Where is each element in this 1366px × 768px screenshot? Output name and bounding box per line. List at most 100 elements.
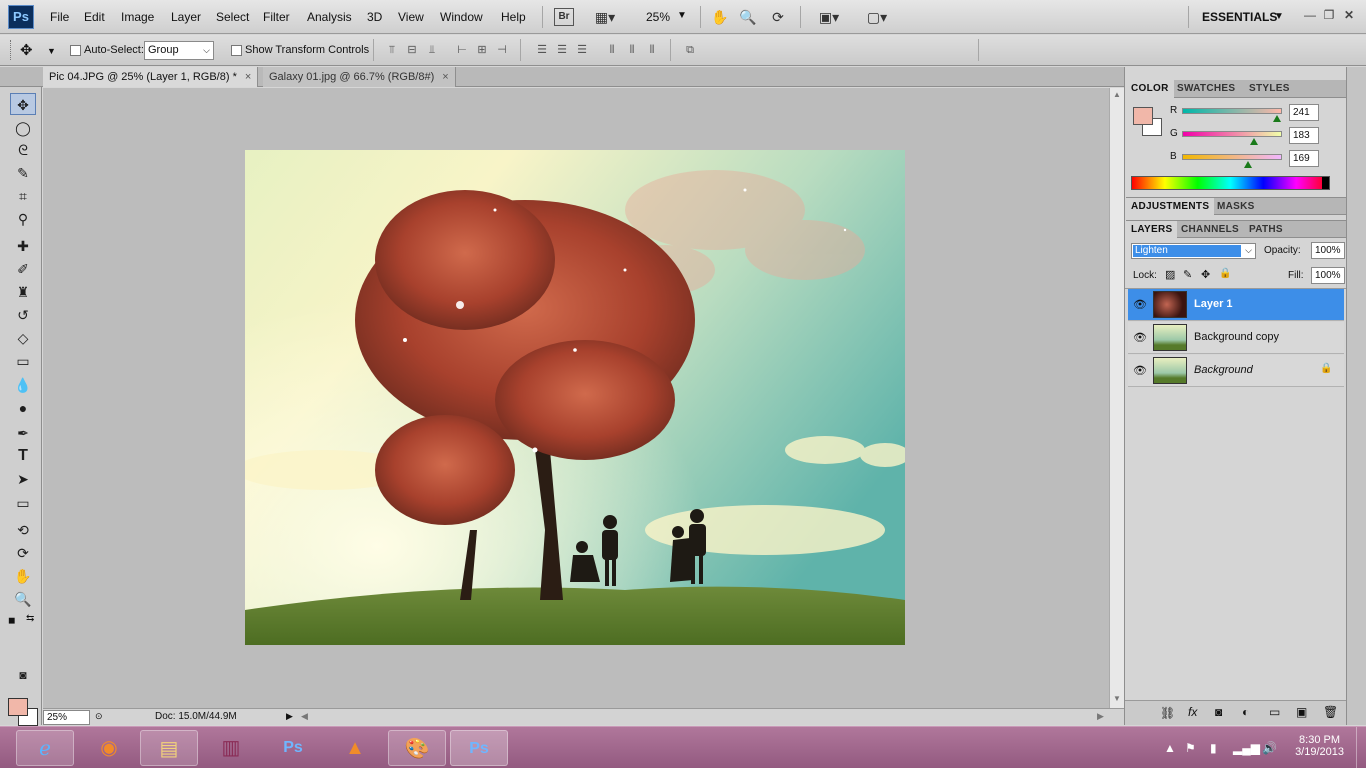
menu-filter[interactable]: Filter bbox=[263, 10, 290, 24]
close-icon[interactable]: × bbox=[442, 71, 448, 83]
tab-styles[interactable]: STYLES bbox=[1244, 80, 1295, 98]
visibility-eye-icon[interactable]: 👁 bbox=[1133, 331, 1147, 344]
fx-icon[interactable]: fx bbox=[1188, 705, 1197, 719]
opacity-value[interactable]: 100% bbox=[1311, 242, 1345, 259]
matlab-icon[interactable]: ▲ bbox=[326, 730, 384, 766]
arrange-documents-icon[interactable]: ▣▾ bbox=[812, 8, 846, 26]
path-selection-icon[interactable]: ➤ bbox=[10, 468, 36, 490]
color-fg-swatch[interactable] bbox=[1133, 107, 1153, 125]
ie-icon[interactable]: ℯ bbox=[16, 730, 74, 766]
show-transform-checkbox[interactable] bbox=[231, 45, 242, 56]
photoshop-active-taskbar-icon[interactable]: Ps bbox=[450, 730, 508, 766]
vertical-scrollbar[interactable]: ▲ ▼ bbox=[1109, 88, 1124, 708]
b-value[interactable]: 169 bbox=[1289, 150, 1319, 167]
scroll-down-icon[interactable]: ▼ bbox=[1113, 694, 1121, 703]
lasso-icon[interactable]: ᘓ bbox=[10, 139, 36, 161]
new-layer-icon[interactable]: ▣ bbox=[1296, 705, 1307, 719]
new-group-icon[interactable]: ▭ bbox=[1269, 705, 1280, 719]
chevron-down-icon[interactable]: ▼ bbox=[677, 10, 687, 21]
distribute-vcenter-icon[interactable]: ☰ bbox=[554, 44, 570, 57]
align-left-icon[interactable]: ⊢ bbox=[454, 44, 470, 57]
default-colors-icon[interactable]: ◼ bbox=[8, 615, 15, 626]
visibility-eye-icon[interactable]: 👁 bbox=[1133, 298, 1147, 311]
g-slider-thumb[interactable] bbox=[1249, 138, 1258, 145]
scroll-up-icon[interactable]: ▲ bbox=[1113, 90, 1121, 99]
quick-mask-icon[interactable]: ◙ bbox=[10, 664, 36, 686]
adjustment-layer-icon[interactable]: ◐ bbox=[1242, 705, 1249, 719]
crop-icon[interactable]: ⌗ bbox=[10, 185, 36, 207]
menu-analysis[interactable]: Analysis bbox=[307, 10, 352, 24]
eraser-icon[interactable]: ◇ bbox=[10, 327, 36, 349]
menu-image[interactable]: Image bbox=[121, 10, 154, 24]
align-top-icon[interactable]: ⫪ bbox=[384, 44, 400, 57]
foreground-color-swatch[interactable] bbox=[8, 698, 28, 716]
blend-mode-select[interactable]: Lighten ⌵ bbox=[1131, 243, 1256, 259]
tab-pic04[interactable]: Pic 04.JPG @ 25% (Layer 1, RGB/8) * × bbox=[43, 67, 259, 87]
clone-stamp-icon[interactable]: ♜ bbox=[10, 281, 36, 303]
tab-layers[interactable]: LAYERS bbox=[1126, 221, 1178, 239]
zoom-icon[interactable]: 🔍 bbox=[738, 8, 758, 26]
visibility-eye-icon[interactable]: 👁 bbox=[1133, 364, 1147, 377]
brush-icon[interactable]: ✐ bbox=[10, 258, 36, 280]
show-desktop-button[interactable] bbox=[1356, 727, 1366, 768]
scroll-right-icon[interactable]: ▶ bbox=[1097, 711, 1104, 722]
network-signal-icon[interactable]: ▂▄▆ bbox=[1233, 741, 1260, 755]
lock-position-icon[interactable]: ✥ bbox=[1201, 268, 1210, 281]
b-slider-thumb[interactable] bbox=[1244, 161, 1253, 168]
photoshop-taskbar-icon[interactable]: Ps bbox=[264, 730, 322, 766]
scroll-left-icon[interactable]: ◀ bbox=[301, 711, 308, 722]
history-brush-icon[interactable]: ↺ bbox=[10, 304, 36, 326]
chevron-down-icon[interactable]: ▼ bbox=[1274, 11, 1284, 22]
pen-icon[interactable]: ✒ bbox=[10, 422, 36, 444]
rotate-view-icon[interactable]: ⟳ bbox=[768, 8, 788, 26]
canvas-area[interactable] bbox=[43, 88, 1109, 708]
paint-icon[interactable]: 🎨 bbox=[388, 730, 446, 766]
auto-select-checkbox[interactable] bbox=[70, 45, 81, 56]
align-vcenter-icon[interactable]: ⊟ bbox=[404, 44, 420, 57]
auto-align-layers-icon[interactable]: ⧉ bbox=[682, 44, 698, 57]
distribute-bottom-icon[interactable]: ☰ bbox=[574, 44, 590, 57]
menu-select[interactable]: Select bbox=[216, 10, 249, 24]
move-tool-icon[interactable]: ✥ bbox=[10, 93, 36, 115]
show-hidden-icons-icon[interactable]: ▲ bbox=[1164, 741, 1176, 755]
distribute-left-icon[interactable]: ⦀ bbox=[604, 44, 620, 57]
3d-rotate-icon[interactable]: ⟲ bbox=[10, 519, 36, 541]
status-menu-arrow-icon[interactable]: ▶ bbox=[286, 711, 293, 722]
menu-3d[interactable]: 3D bbox=[367, 10, 382, 24]
layer-row-background[interactable]: 👁 Background 🔒 bbox=[1128, 355, 1344, 387]
lock-all-icon[interactable]: 🔒 bbox=[1219, 268, 1231, 279]
chevron-down-icon[interactable]: ▼ bbox=[47, 46, 56, 56]
lock-transparency-icon[interactable]: ▨ bbox=[1165, 268, 1175, 281]
minimize-icon[interactable]: — bbox=[1300, 8, 1320, 26]
menu-help[interactable]: Help bbox=[501, 10, 526, 24]
tab-swatches[interactable]: SWATCHES bbox=[1172, 80, 1240, 98]
color-ramp[interactable] bbox=[1131, 176, 1330, 190]
view-extras-icon[interactable]: ▦▾ bbox=[590, 8, 620, 26]
lock-pixels-icon[interactable]: ✎ bbox=[1183, 268, 1192, 281]
status-info-icon[interactable]: ⊙ bbox=[95, 711, 103, 722]
r-slider-thumb[interactable] bbox=[1272, 115, 1281, 122]
layer-row-background-copy[interactable]: 👁 Background copy bbox=[1128, 322, 1344, 354]
hand-icon[interactable]: ✋ bbox=[10, 565, 36, 587]
menu-view[interactable]: View bbox=[398, 10, 424, 24]
workspace-switcher[interactable]: ESSENTIALS bbox=[1202, 10, 1277, 24]
zoom-level-dropdown[interactable]: 25% bbox=[646, 10, 670, 24]
tab-masks[interactable]: MASKS bbox=[1212, 198, 1260, 216]
fill-value[interactable]: 100% bbox=[1311, 267, 1345, 284]
rectangle-shape-icon[interactable]: ▭ bbox=[10, 492, 36, 514]
explorer-icon[interactable]: ▤ bbox=[140, 730, 198, 766]
healing-brush-icon[interactable]: ✚ bbox=[10, 235, 36, 257]
distribute-top-icon[interactable]: ☰ bbox=[534, 44, 550, 57]
volume-icon[interactable]: 🔊 bbox=[1262, 741, 1277, 755]
delete-layer-icon[interactable]: 🗑 bbox=[1323, 705, 1338, 719]
layer-row-layer1[interactable]: 👁 Layer 1 bbox=[1128, 289, 1344, 321]
auto-select-target-select[interactable]: Group ⌵ bbox=[144, 41, 214, 60]
b-slider[interactable] bbox=[1182, 154, 1282, 160]
dodge-icon[interactable]: ● bbox=[10, 397, 36, 419]
winrar-icon[interactable]: ▥ bbox=[202, 730, 260, 766]
battery-icon[interactable]: ▮ bbox=[1210, 741, 1217, 755]
type-icon[interactable]: T bbox=[10, 445, 36, 467]
tab-color[interactable]: COLOR bbox=[1126, 80, 1174, 98]
3d-orbit-icon[interactable]: ⟳ bbox=[10, 542, 36, 564]
align-right-icon[interactable]: ⊣ bbox=[494, 44, 510, 57]
